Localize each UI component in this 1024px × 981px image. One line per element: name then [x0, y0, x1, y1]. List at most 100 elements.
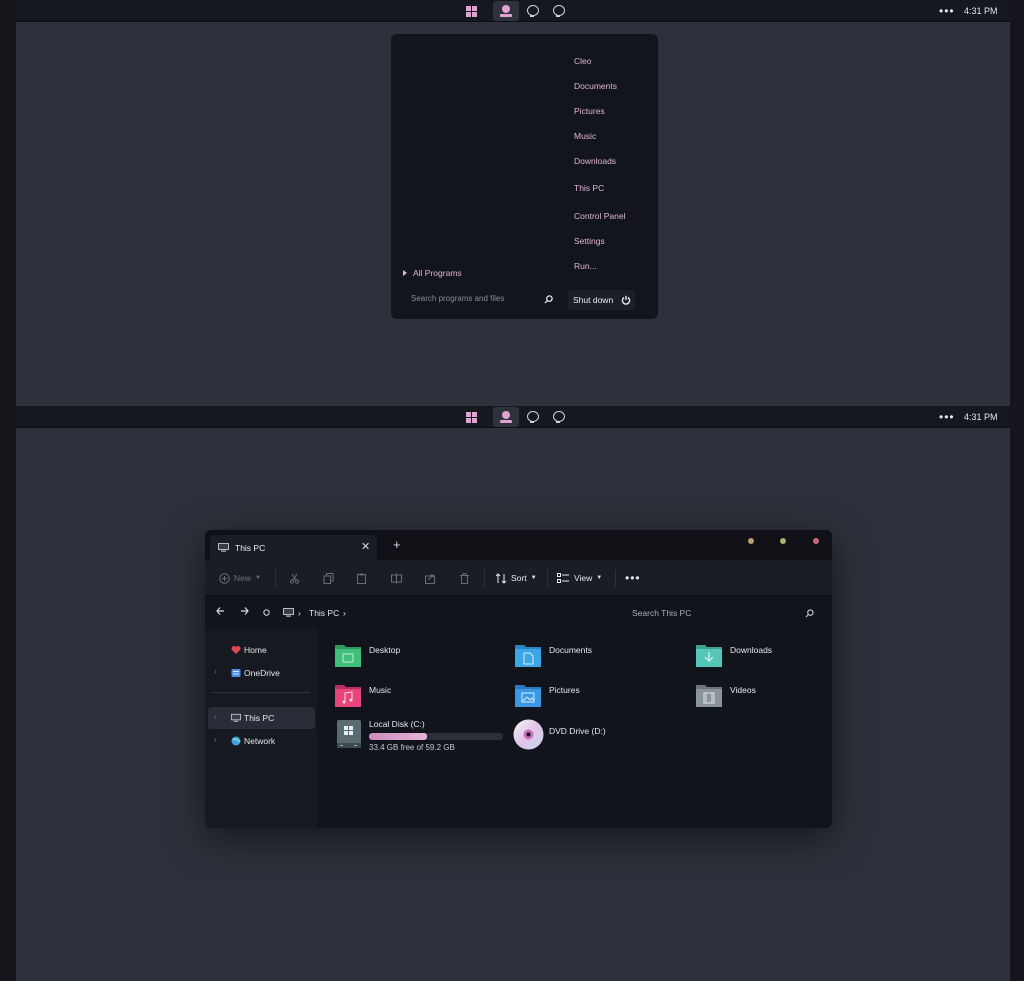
bulb-button-2[interactable] — [545, 407, 571, 427]
copy-button[interactable] — [323, 560, 334, 596]
new-tab-button[interactable]: + — [393, 537, 401, 552]
user-icon — [500, 411, 512, 423]
dvd-disc-icon — [513, 719, 544, 750]
command-bar: New ▼ Sort ▼ View ▼ ••• — [205, 560, 832, 596]
start-place-run[interactable]: Run... — [574, 261, 597, 271]
folder-label: Videos — [730, 685, 756, 695]
all-programs-label: All Programs — [413, 268, 462, 278]
more-icon[interactable]: ••• — [939, 410, 955, 424]
clock[interactable]: 4:31 PM — [964, 412, 998, 422]
start-place-pictures[interactable]: Pictures — [574, 106, 605, 116]
share-button[interactable] — [425, 560, 436, 596]
storage-usage-bar — [369, 733, 503, 740]
cut-button[interactable] — [289, 560, 300, 596]
chevron-right-icon: › — [214, 735, 217, 744]
breadcrumb-separator: › — [298, 608, 301, 618]
chevron-down-icon: ▼ — [255, 575, 261, 581]
user-button[interactable] — [493, 1, 519, 21]
all-programs-button[interactable]: All Programs — [403, 268, 462, 278]
chevron-down-icon: ▼ — [596, 575, 603, 581]
sidebar-item-home[interactable]: Home — [208, 639, 315, 661]
onedrive-icon — [231, 669, 241, 677]
start-place-downloads[interactable]: Downloads — [574, 156, 616, 166]
address-bar: › This PC › Search This PC — [205, 597, 832, 629]
folder-downloads[interactable]: Downloads — [678, 639, 832, 673]
folder-label: Pictures — [549, 685, 580, 695]
start-place-documents[interactable]: Documents — [574, 81, 617, 91]
bulb-button-2[interactable] — [545, 1, 571, 21]
minimize-button[interactable] — [748, 538, 754, 544]
start-button[interactable] — [458, 407, 484, 427]
trash-icon — [460, 572, 469, 584]
share-icon — [425, 574, 435, 584]
tab-this-pc[interactable]: This PC ✕ — [210, 535, 377, 560]
breadcrumb-this-pc[interactable]: This PC — [309, 608, 339, 618]
folder-desktop[interactable]: Desktop — [317, 639, 487, 673]
toolbar-divider — [484, 570, 485, 587]
more-icon: ••• — [625, 571, 641, 585]
new-button[interactable]: New ▼ — [219, 560, 261, 596]
drive-dvd-d[interactable]: DVD Drive (D:) — [497, 716, 697, 756]
sidebar-item-onedrive[interactable]: › OneDrive — [208, 662, 315, 684]
clipboard-icon — [357, 573, 366, 584]
title-bar: This PC ✕ + — [205, 530, 832, 560]
folder-pictures[interactable]: Pictures — [497, 679, 667, 713]
start-search-input[interactable]: Search programs and files — [411, 294, 561, 308]
view-list-icon — [557, 573, 569, 583]
delete-button[interactable] — [459, 560, 470, 596]
forward-arrow-icon[interactable] — [240, 606, 249, 616]
start-button[interactable] — [458, 1, 484, 21]
folder-label: Documents — [549, 645, 592, 655]
more-icon[interactable]: ••• — [939, 4, 955, 18]
view-button[interactable]: View ▼ — [557, 560, 602, 596]
sort-button[interactable]: Sort ▼ — [495, 560, 537, 596]
bulb-button-1[interactable] — [519, 407, 545, 427]
sidebar-label: OneDrive — [244, 668, 280, 678]
toolbar-divider — [275, 570, 276, 587]
user-icon — [500, 5, 512, 17]
start-place-this-pc[interactable]: This PC — [574, 183, 604, 193]
clock[interactable]: 4:31 PM — [964, 6, 998, 16]
computer-icon — [231, 713, 241, 722]
start-place-music[interactable]: Music — [574, 131, 596, 141]
taskbar: ••• 4:31 PM — [16, 406, 1010, 428]
more-options-button[interactable]: ••• — [625, 560, 641, 596]
refresh-icon[interactable] — [263, 609, 270, 616]
music-folder-icon — [335, 685, 361, 707]
search-this-pc-input[interactable]: Search This PC — [632, 608, 691, 618]
globe-icon — [231, 736, 241, 746]
drive-label: Local Disk (C:) — [369, 719, 425, 729]
breadcrumb-chevron[interactable]: › — [343, 608, 346, 618]
power-icon — [621, 295, 631, 305]
chevron-down-icon: ▼ — [530, 575, 537, 581]
file-explorer-window: This PC ✕ + New ▼ Sort ▼ View ▼ ••• › Th… — [205, 530, 832, 828]
copy-icon — [323, 572, 334, 584]
sidebar-item-network[interactable]: › Network — [208, 730, 315, 752]
start-place-settings[interactable]: Settings — [574, 236, 605, 246]
shutdown-button[interactable]: Shut down — [568, 290, 635, 310]
folder-documents[interactable]: Documents — [497, 639, 667, 673]
drive-local-disk-c[interactable]: Local Disk (C:) 33.4 GB free of 59.2 GB — [317, 716, 517, 756]
folder-music[interactable]: Music — [317, 679, 487, 713]
start-place-user[interactable]: Cleo — [574, 56, 591, 66]
computer-icon — [218, 543, 229, 552]
bulb-button-1[interactable] — [519, 1, 545, 21]
start-place-control-panel[interactable]: Control Panel — [574, 211, 626, 221]
search-icon[interactable] — [805, 609, 814, 618]
user-button[interactable] — [493, 407, 519, 427]
pictures-folder-icon — [515, 685, 541, 707]
storage-usage-fill — [369, 733, 428, 740]
folder-label: Desktop — [369, 645, 401, 655]
close-window-button[interactable] — [813, 538, 819, 544]
maximize-button[interactable] — [780, 538, 786, 544]
close-tab-icon[interactable]: ✕ — [361, 540, 370, 553]
sidebar-label: Home — [244, 645, 267, 655]
lightbulb-icon — [553, 411, 565, 423]
back-arrow-icon[interactable] — [216, 606, 225, 616]
rename-button[interactable] — [391, 560, 402, 596]
sidebar-item-this-pc[interactable]: › This PC — [208, 707, 315, 729]
paste-button[interactable] — [356, 560, 367, 596]
new-label: New — [234, 573, 252, 583]
search-icon[interactable] — [544, 295, 553, 304]
folder-videos[interactable]: Videos — [678, 679, 832, 713]
